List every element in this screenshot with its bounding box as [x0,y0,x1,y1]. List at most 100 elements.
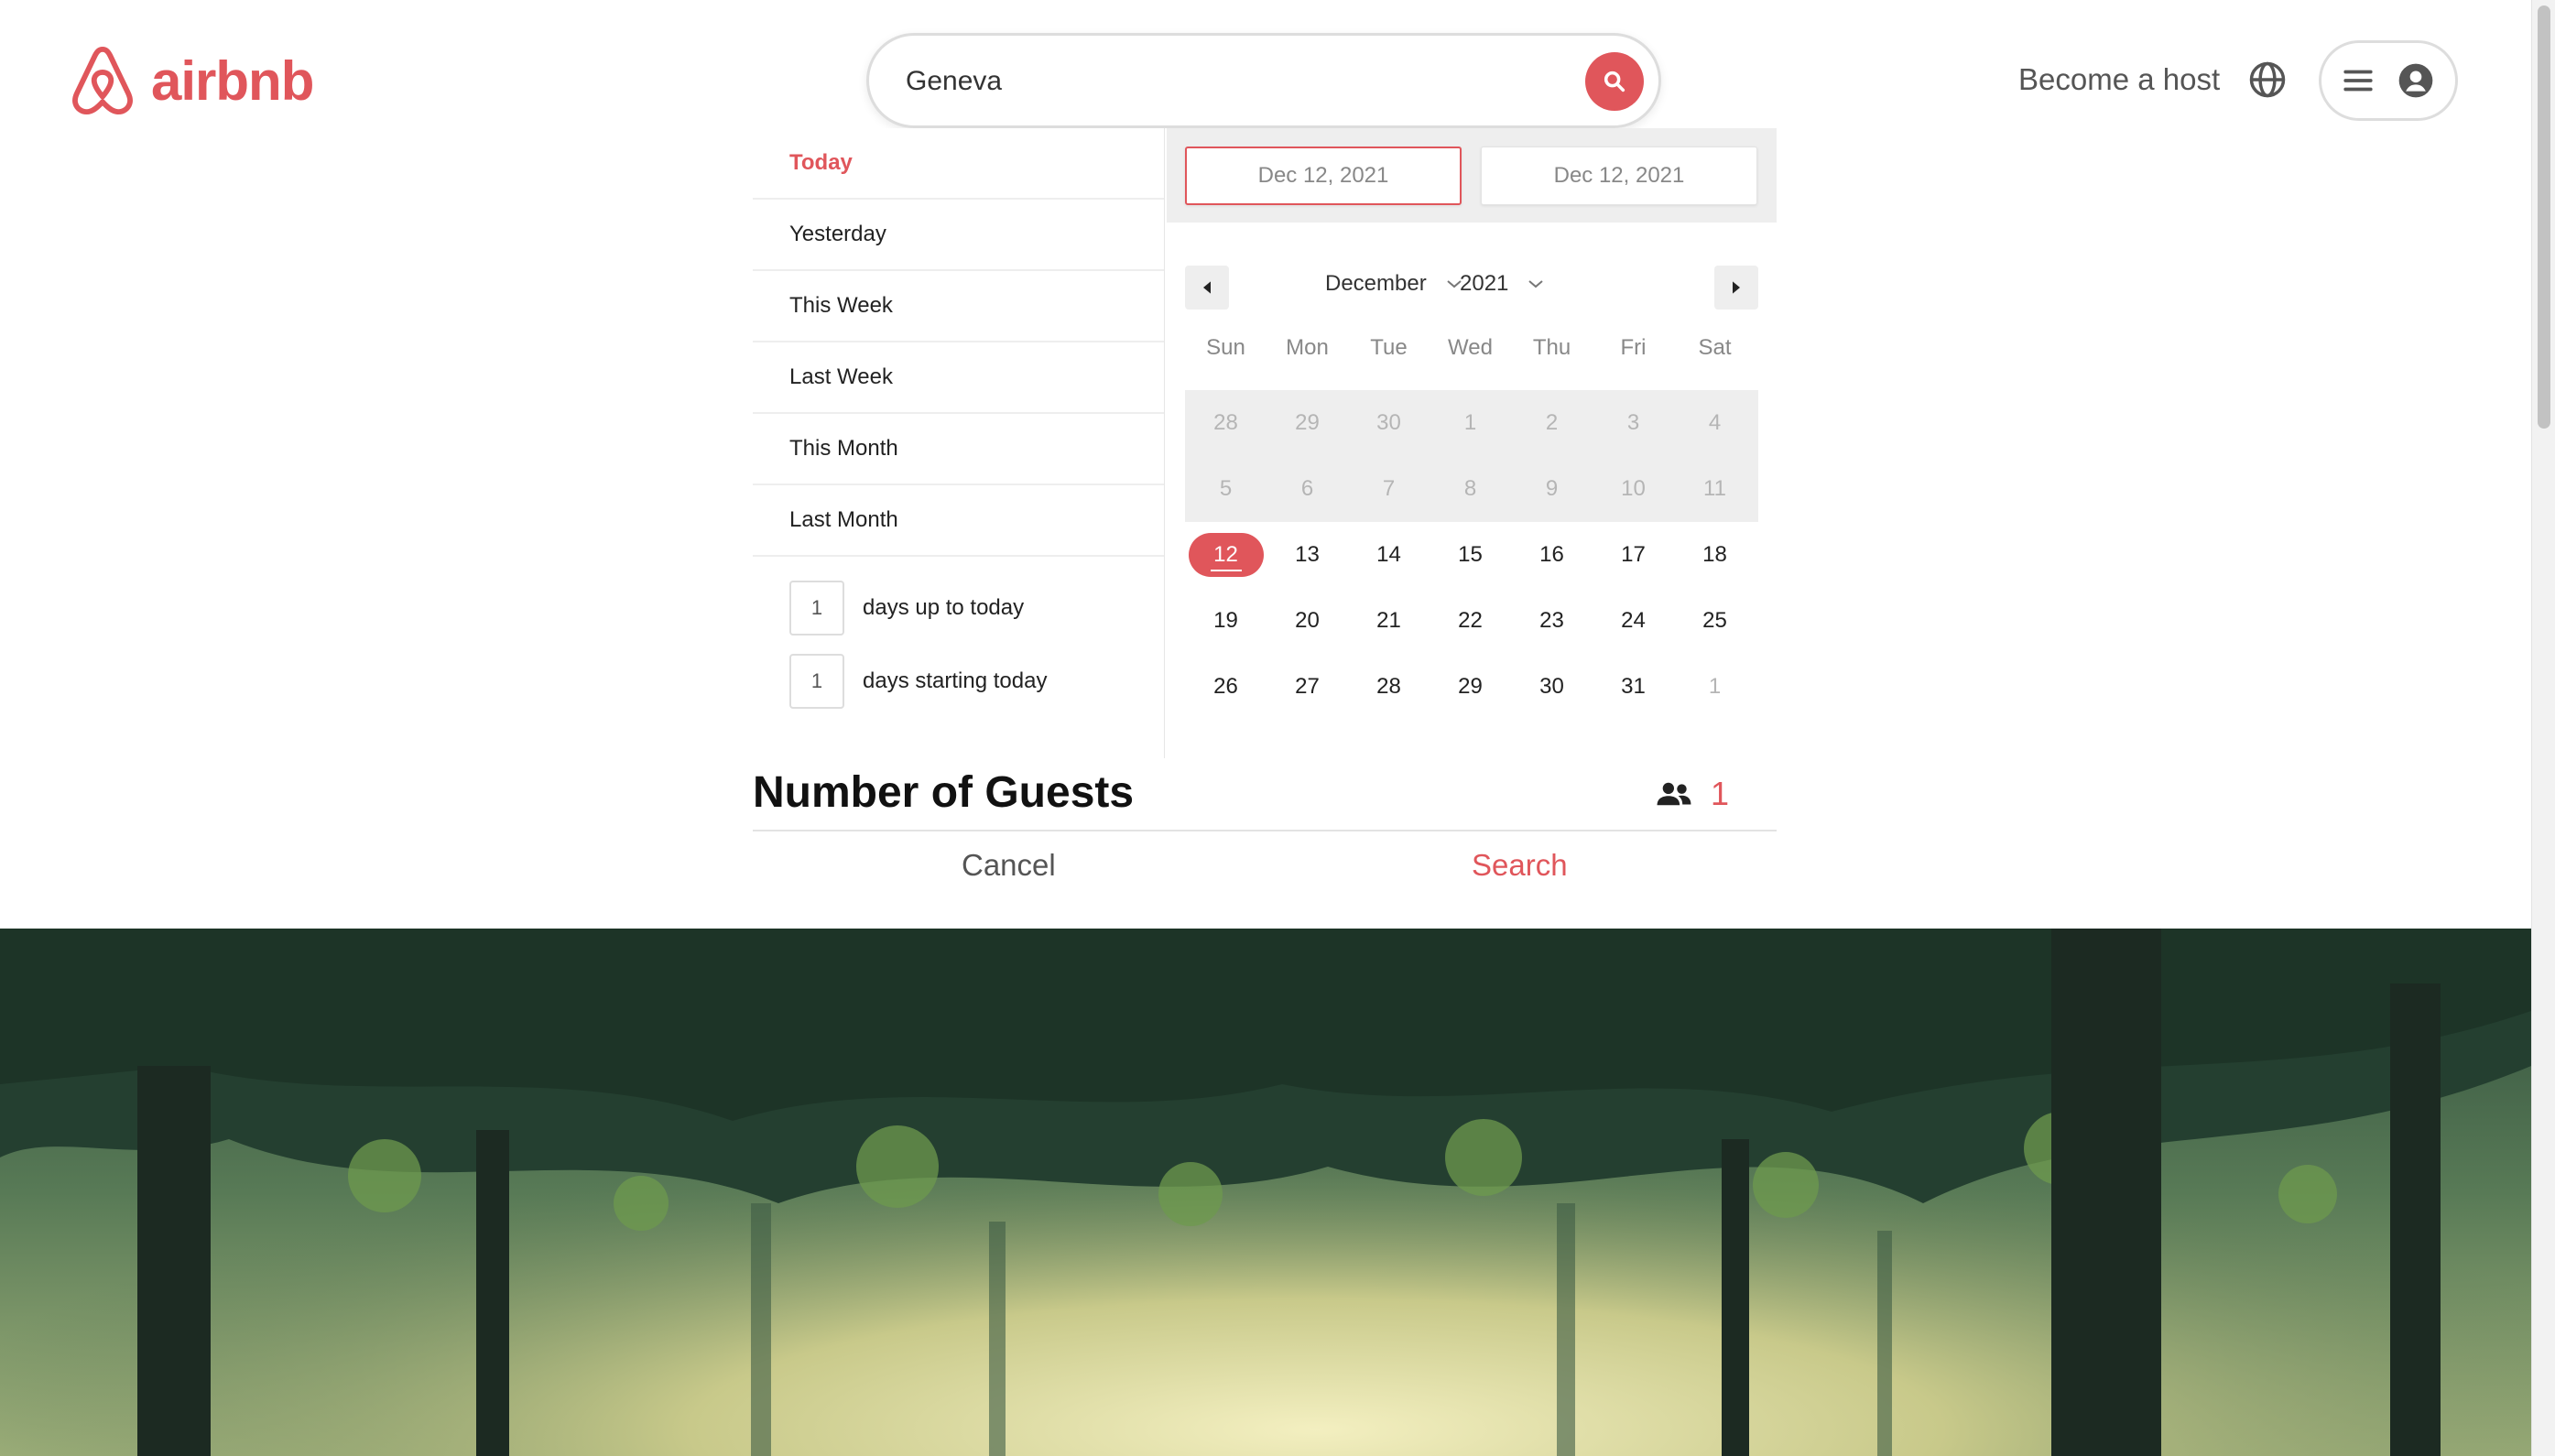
prev-month-button[interactable] [1185,266,1229,310]
calendar-day-disabled: 10 [1621,476,1646,501]
next-month-button[interactable] [1714,266,1758,310]
hamburger-icon [2343,70,2373,92]
caret-left-icon [1203,281,1211,294]
airbnb-logo[interactable]: airbnb [67,42,314,119]
date-inputs-bar: Dec 12, 2021 Dec 12, 2021 [1167,128,1777,223]
calendar-week: 5 6 7 8 9 10 11 [1185,456,1758,522]
search-icon [1604,71,1625,92]
calendar-week: 28 29 30 1 2 3 4 [1185,390,1758,456]
start-date-input[interactable]: Dec 12, 2021 [1185,147,1462,205]
guests-counter[interactable]: 1 [1656,775,1729,813]
calendar-day[interactable]: 23 [1511,588,1593,654]
weekday-label: Wed [1448,335,1493,360]
calendar-navigation: December 2021 [1185,266,1758,310]
calendar-day-disabled: 5 [1219,476,1233,501]
globe-icon[interactable] [2248,60,2287,99]
weekday-label: Tue [1370,335,1408,360]
range-today[interactable]: Today [753,128,1164,200]
caret-right-icon [1733,281,1740,294]
user-menu-button[interactable] [2319,40,2458,121]
calendar-day-disabled: 6 [1300,476,1314,501]
calendar-day[interactable]: 16 [1511,522,1593,588]
range-yesterday[interactable]: Yesterday [753,200,1164,271]
people-icon [1657,782,1691,806]
month-select[interactable]: December [1325,271,1463,297]
search-button[interactable] [1585,52,1644,111]
scrollbar-thumb[interactable] [2538,5,2550,429]
end-date-input[interactable]: Dec 12, 2021 [1481,147,1757,205]
calendar-day[interactable]: 17 [1593,522,1674,588]
forest-hero-image [0,929,2531,1456]
calendar-day[interactable]: 20 [1267,588,1348,654]
search-input[interactable] [906,60,1547,103]
calendar-day[interactable]: 21 [1348,588,1430,654]
range-this-week[interactable]: This Week [753,271,1164,342]
calendar-week: 12 13 14 15 16 17 18 [1185,522,1758,588]
page-scrollbar[interactable] [2531,0,2555,1456]
search-bar[interactable] [866,33,1661,128]
become-host-link[interactable]: Become a host [2018,62,2220,97]
guests-row: Number of Guests 1 [753,758,1777,831]
calendar-day[interactable]: 15 [1430,522,1511,588]
range-this-month[interactable]: This Month [753,414,1164,485]
calendar-day-disabled: 4 [1708,410,1722,435]
weekday-label: Sun [1206,335,1245,360]
date-range-presets: Today Yesterday This Week Last Week This… [753,128,1165,758]
user-avatar-icon [2398,63,2433,98]
range-last-month[interactable]: Last Month [753,485,1164,557]
calendar-day[interactable]: 25 [1674,588,1756,654]
cancel-button[interactable]: Cancel [962,848,1056,883]
guests-count: 1 [1710,775,1729,812]
guests-title: Number of Guests [753,768,1135,817]
calendar-day[interactable]: 13 [1267,522,1348,588]
chevron-down-icon [1528,280,1544,288]
calendar-day-disabled: 30 [1376,410,1401,435]
forest-illustration [0,929,2531,1456]
calendar-day[interactable]: 31 [1593,654,1674,720]
weekday-label: Thu [1532,335,1571,360]
calendar-day-disabled: 29 [1295,410,1320,435]
weekday-label: Mon [1286,335,1329,360]
calendar-day[interactable]: 28 [1348,654,1430,720]
selected-day-value: 12 [1188,533,1264,577]
calendar-grid: 28 29 30 1 2 3 4 5 6 7 8 9 10 11 12 13 1… [1185,390,1758,720]
brand-name: airbnb [151,49,314,112]
search-submit-button[interactable]: Search [1472,848,1568,883]
days-starting-today-row: days starting today [753,645,1164,718]
calendar-day-disabled: 11 [1703,476,1726,501]
calendar-day[interactable]: 24 [1593,588,1674,654]
calendar-day[interactable]: 19 [1185,588,1267,654]
calendar-day[interactable]: 29 [1430,654,1511,720]
calendar-day[interactable]: 22 [1430,588,1511,654]
calendar-day-disabled: 1 [1463,410,1477,435]
weekday-label: Sat [1698,335,1732,360]
weekday-header: Sun Mon Tue Wed Thu Fri Sat [1185,335,1758,361]
calendar-day-disabled: 2 [1545,410,1559,435]
airbnb-logo-icon [71,46,134,115]
calendar-day-disabled: 3 [1626,410,1640,435]
days-starting-today-input[interactable] [789,654,844,709]
range-last-week[interactable]: Last Week [753,342,1164,414]
calendar-day-disabled: 9 [1545,476,1559,501]
calendar-day-disabled: 7 [1382,476,1396,501]
calendar-day-outside-month[interactable]: 1 [1674,654,1756,720]
days-up-to-today-label: days up to today [863,595,1025,620]
days-up-to-today-row: days up to today [753,571,1164,645]
year-select[interactable]: 2021 [1460,271,1545,297]
year-select-value: 2021 [1460,271,1509,296]
calendar-day[interactable]: 18 [1674,522,1756,588]
calendar-day[interactable]: 30 [1511,654,1593,720]
calendar-day-disabled: 28 [1213,410,1238,435]
days-starting-today-label: days starting today [863,668,1048,693]
date-guest-picker: Today Yesterday This Week Last Week This… [753,128,1777,925]
calendar-day[interactable]: 26 [1185,654,1267,720]
calendar-week: 19 20 21 22 23 24 25 [1185,588,1758,654]
calendar-day[interactable]: 27 [1267,654,1348,720]
calendar-day-selected[interactable]: 12 [1185,522,1267,588]
days-up-to-today-input[interactable] [789,581,844,636]
calendar-day[interactable]: 14 [1348,522,1430,588]
calendar-day-disabled: 8 [1463,476,1477,501]
month-select-value: December [1325,271,1427,296]
picker-actions: Cancel Search [753,833,1777,925]
weekday-label: Fri [1620,335,1647,360]
